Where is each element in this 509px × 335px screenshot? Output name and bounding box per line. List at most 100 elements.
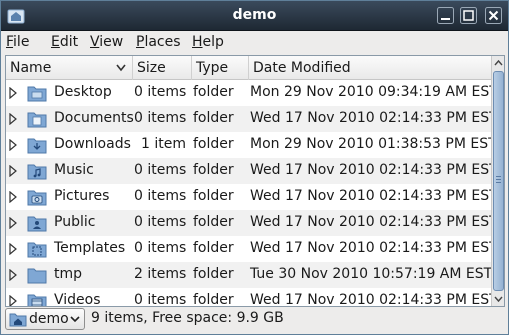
list-item[interactable]: Templates 0 items folder Wed 17 Nov 2010… xyxy=(6,236,498,262)
menu-edit[interactable]: Edit xyxy=(51,34,78,50)
item-size: 0 items xyxy=(134,110,187,126)
item-name: Desktop xyxy=(54,84,112,100)
menu-bar: File Edit View Places Help xyxy=(1,31,508,55)
item-size: 0 items xyxy=(134,84,187,100)
list-item[interactable]: Downloads 1 item folder Mon 29 Nov 2010 … xyxy=(6,132,497,158)
item-name: Videos xyxy=(54,292,101,307)
menu-file[interactable]: File xyxy=(6,34,29,50)
item-date: Mon 29 Nov 2010 09:34:19 AM EST xyxy=(250,84,498,100)
item-size: 0 items xyxy=(134,292,187,307)
scrollbar-thumb[interactable] xyxy=(493,71,504,291)
public-folder-icon xyxy=(27,216,47,232)
menu-view-label: iew xyxy=(99,34,124,50)
item-type: folder xyxy=(193,110,234,126)
item-size: 0 items xyxy=(134,162,187,178)
expander-arrow-icon[interactable] xyxy=(9,87,17,99)
item-name: Downloads xyxy=(54,136,131,152)
item-date: Wed 17 Nov 2010 02:14:33 PM EST xyxy=(250,292,498,307)
desktop-folder-icon xyxy=(27,86,47,102)
scroll-down-icon[interactable] xyxy=(492,292,505,306)
expander-arrow-icon[interactable] xyxy=(9,191,17,203)
sort-descending-icon xyxy=(116,64,126,72)
item-size: 2 items xyxy=(134,266,187,282)
item-type: folder xyxy=(193,84,234,100)
item-size: 0 items xyxy=(134,188,187,204)
item-name: Music xyxy=(54,162,94,178)
item-type: folder xyxy=(193,136,234,152)
item-size: 1 item xyxy=(141,136,186,152)
location-dropdown[interactable]: demo xyxy=(5,308,85,330)
column-size-header[interactable]: Size xyxy=(133,56,192,80)
menu-places[interactable]: Places xyxy=(136,34,181,50)
chevron-down-icon xyxy=(70,316,80,323)
expander-arrow-icon[interactable] xyxy=(9,139,17,151)
item-date: Wed 17 Nov 2010 02:14:33 PM EST xyxy=(250,162,498,178)
column-name-label: Name xyxy=(10,60,52,76)
file-manager-window: demo File Edit View Places Help Name Siz… xyxy=(0,0,509,335)
column-type-label: Type xyxy=(196,60,229,76)
list-item[interactable]: Pictures 0 items folder Wed 17 Nov 2010 … xyxy=(6,184,498,210)
documents-folder-icon xyxy=(27,112,47,128)
column-header: Name Size Type Date Modified xyxy=(6,56,491,80)
item-type: folder xyxy=(193,240,234,256)
vertical-scrollbar[interactable] xyxy=(491,56,505,306)
menu-help[interactable]: Help xyxy=(192,34,224,50)
expander-arrow-icon[interactable] xyxy=(9,113,17,125)
expander-arrow-icon[interactable] xyxy=(9,217,17,229)
item-name: Pictures xyxy=(54,188,110,204)
list-item[interactable]: tmp 2 items folder Tue 30 Nov 2010 10:57… xyxy=(6,262,493,288)
item-date: Wed 17 Nov 2010 02:14:33 PM EST xyxy=(250,240,498,256)
item-type: folder xyxy=(193,292,234,307)
column-name-header[interactable]: Name xyxy=(6,56,133,80)
list-item[interactable]: Desktop 0 items folder Mon 29 Nov 2010 0… xyxy=(6,80,498,106)
item-date: Wed 17 Nov 2010 02:14:33 PM EST xyxy=(250,110,498,126)
templates-folder-icon xyxy=(27,242,47,258)
expander-arrow-icon[interactable] xyxy=(9,243,17,255)
title-bar[interactable]: demo xyxy=(1,1,508,31)
column-size-label: Size xyxy=(137,60,166,76)
item-name: Documents xyxy=(54,110,134,126)
downloads-folder-icon xyxy=(27,138,47,154)
close-icon[interactable] xyxy=(485,7,502,24)
item-date: Wed 17 Nov 2010 02:14:33 PM EST xyxy=(250,214,498,230)
item-type: folder xyxy=(193,214,234,230)
expander-arrow-icon[interactable] xyxy=(9,295,17,307)
videos-folder-icon xyxy=(27,294,47,306)
menu-help-accel: H xyxy=(192,34,203,50)
menu-help-label: elp xyxy=(202,34,224,50)
maximize-icon[interactable] xyxy=(460,7,477,24)
thumb-grip xyxy=(496,182,501,183)
expander-arrow-icon[interactable] xyxy=(9,165,17,177)
item-date: Tue 30 Nov 2010 10:57:19 AM EST xyxy=(250,266,493,282)
column-type-header[interactable]: Type xyxy=(192,56,249,80)
item-name: Templates xyxy=(54,240,126,256)
status-bar: demo 9 items, Free space: 9.9 GB xyxy=(1,307,508,334)
item-size: 0 items xyxy=(134,240,187,256)
expander-arrow-icon[interactable] xyxy=(9,269,17,281)
folder-icon xyxy=(27,268,47,284)
column-date-header[interactable]: Date Modified xyxy=(249,56,491,80)
thumb-grip xyxy=(496,176,501,177)
item-date: Mon 29 Nov 2010 01:38:53 PM EST xyxy=(250,136,497,152)
item-type: folder xyxy=(193,188,234,204)
list-item[interactable]: Videos 0 items folder Wed 17 Nov 2010 02… xyxy=(6,288,498,307)
scroll-up-icon[interactable] xyxy=(492,56,505,70)
list-item[interactable]: Documents 0 items folder Wed 17 Nov 2010… xyxy=(6,106,498,132)
menu-edit-label: dit xyxy=(59,34,79,50)
item-type: folder xyxy=(193,266,234,282)
list-item[interactable]: Music 0 items folder Wed 17 Nov 2010 02:… xyxy=(6,158,498,184)
home-folder-icon xyxy=(9,313,27,327)
pictures-folder-icon xyxy=(27,190,47,206)
item-date: Wed 17 Nov 2010 02:14:33 PM EST xyxy=(250,188,498,204)
menu-edit-accel: E xyxy=(51,34,60,50)
menu-file-label: ile xyxy=(13,34,30,50)
menu-view[interactable]: View xyxy=(90,34,123,50)
item-size: 0 items xyxy=(134,214,187,230)
item-name: Public xyxy=(54,214,96,230)
item-name: tmp xyxy=(54,266,83,282)
thumb-grip xyxy=(496,179,501,180)
minimize-icon[interactable] xyxy=(437,7,454,24)
window-title: demo xyxy=(232,7,277,23)
list-item[interactable]: Public 0 items folder Wed 17 Nov 2010 02… xyxy=(6,210,498,236)
music-folder-icon xyxy=(27,164,47,180)
